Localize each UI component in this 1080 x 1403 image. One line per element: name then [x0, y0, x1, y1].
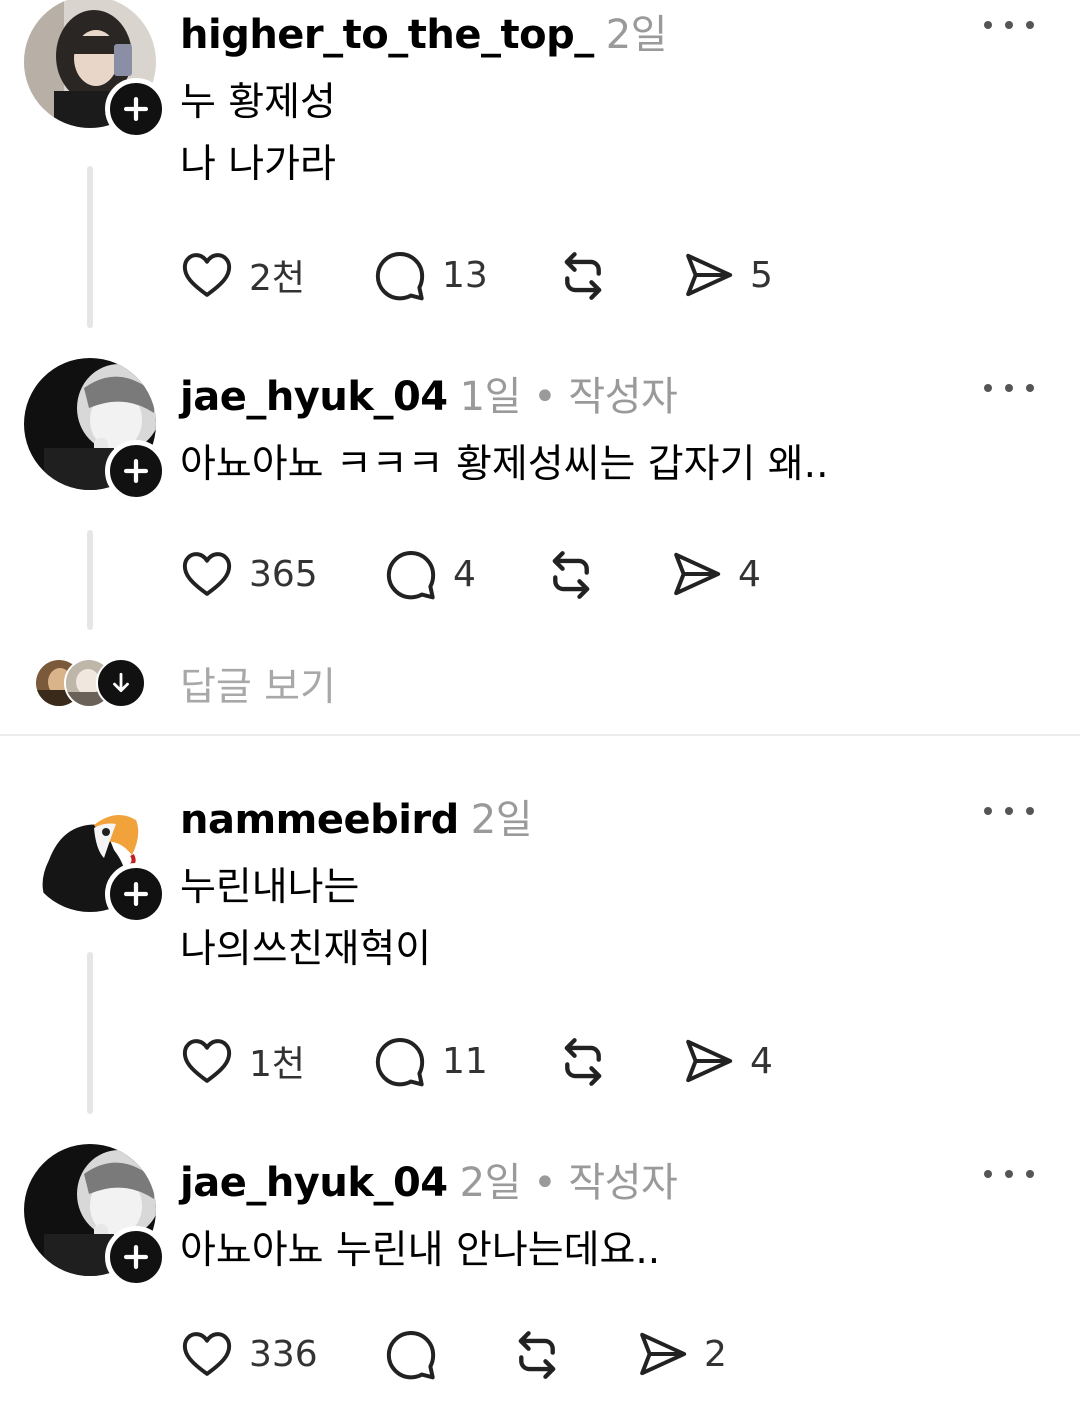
- more-button[interactable]: [984, 796, 1034, 826]
- post-text-line: 누린내나는: [180, 865, 360, 910]
- thread-line: [87, 530, 93, 630]
- follow-button[interactable]: [105, 78, 167, 140]
- like-button[interactable]: 2천: [179, 247, 305, 303]
- like-count: 2천: [249, 258, 306, 299]
- divider: [0, 734, 1080, 736]
- heart-icon: [179, 546, 235, 602]
- username[interactable]: jae_hyuk_04: [180, 1160, 448, 1206]
- comment-icon: [372, 1033, 428, 1089]
- plus-icon: [119, 454, 153, 488]
- post-text-line: 나 나가라: [180, 142, 336, 187]
- more-icon: [984, 21, 992, 29]
- comment-button[interactable]: 11: [372, 1033, 488, 1089]
- share-button[interactable]: 2: [634, 1326, 727, 1382]
- share-count: 4: [750, 1040, 773, 1082]
- post-text-line: 누 황제성: [180, 80, 336, 125]
- repost-icon: [542, 546, 600, 604]
- send-icon: [668, 546, 724, 602]
- comment-count: 4: [453, 553, 476, 595]
- timestamp: 2일: [470, 797, 533, 843]
- like-button[interactable]: 365: [179, 546, 318, 602]
- like-button[interactable]: 336: [179, 1326, 318, 1382]
- comment-button[interactable]: [383, 1326, 439, 1382]
- comment-button[interactable]: 13: [372, 247, 488, 303]
- share-count: 4: [738, 553, 761, 595]
- comment-button[interactable]: 4: [383, 546, 476, 602]
- comment-icon: [383, 546, 439, 602]
- like-count: 1천: [249, 1044, 306, 1085]
- post-header: jae_hyuk_04 2일 • 작성자: [180, 1150, 678, 1208]
- share-button[interactable]: 4: [668, 546, 761, 602]
- repost-button[interactable]: [554, 1033, 612, 1091]
- post-text-line: 나의쓰친재혁이: [180, 927, 432, 972]
- heart-icon: [179, 1033, 235, 1089]
- heart-icon: [179, 1326, 235, 1382]
- repost-icon: [554, 1033, 612, 1091]
- view-replies-link[interactable]: 답글 보기: [180, 656, 336, 712]
- repost-button[interactable]: [542, 546, 600, 604]
- send-icon: [634, 1326, 690, 1382]
- username[interactable]: higher_to_the_top_: [180, 12, 594, 58]
- like-count: 336: [249, 1333, 318, 1375]
- post-header: nammeebird 2일: [180, 787, 533, 845]
- plus-icon: [119, 877, 153, 911]
- share-button[interactable]: 4: [680, 1033, 773, 1089]
- plus-icon: [119, 1240, 153, 1274]
- comment-count: 13: [442, 254, 488, 296]
- thread-line: [87, 952, 93, 1114]
- more-icon: [984, 384, 992, 392]
- like-count: 365: [249, 553, 318, 595]
- more-button[interactable]: [984, 10, 1034, 40]
- comment-icon: [372, 247, 428, 303]
- follow-button[interactable]: [105, 863, 167, 925]
- username[interactable]: jae_hyuk_04: [180, 374, 448, 420]
- post-header: jae_hyuk_04 1일 • 작성자: [180, 364, 678, 422]
- post-header: higher_to_the_top_ 2일: [180, 2, 667, 60]
- comment-count: 11: [442, 1040, 488, 1082]
- timestamp: 2일: [605, 12, 668, 58]
- repost-button[interactable]: [554, 247, 612, 305]
- post-text-line: 아뇨아뇨 누린내 안나는데요..: [180, 1228, 661, 1273]
- plus-icon: [119, 92, 153, 126]
- timestamp: 1일 • 작성자: [459, 374, 678, 420]
- arrow-down-icon: [113, 672, 129, 692]
- thread-line: [87, 166, 93, 328]
- share-count: 5: [750, 254, 773, 296]
- reply-avatars[interactable]: [34, 658, 146, 708]
- send-icon: [680, 1033, 736, 1089]
- username[interactable]: nammeebird: [180, 797, 459, 843]
- more-icon: [984, 1170, 992, 1178]
- follow-button[interactable]: [105, 440, 167, 502]
- follow-button[interactable]: [105, 1226, 167, 1288]
- more-button[interactable]: [984, 1159, 1034, 1189]
- more-icon: [984, 807, 992, 815]
- share-count: 2: [704, 1333, 727, 1375]
- share-button[interactable]: 5: [680, 247, 773, 303]
- timestamp: 2일 • 작성자: [459, 1160, 678, 1206]
- repost-button[interactable]: [508, 1326, 566, 1384]
- post-text-line: 아뇨아뇨 ㅋㅋㅋ 황제성씨는 갑자기 왜..: [180, 442, 829, 487]
- heart-icon: [179, 247, 235, 303]
- repost-icon: [554, 247, 612, 305]
- comment-icon: [383, 1326, 439, 1382]
- like-button[interactable]: 1천: [179, 1033, 305, 1089]
- repost-icon: [508, 1326, 566, 1384]
- more-button[interactable]: [984, 373, 1034, 403]
- expand-replies-button[interactable]: [96, 658, 146, 708]
- send-icon: [680, 247, 736, 303]
